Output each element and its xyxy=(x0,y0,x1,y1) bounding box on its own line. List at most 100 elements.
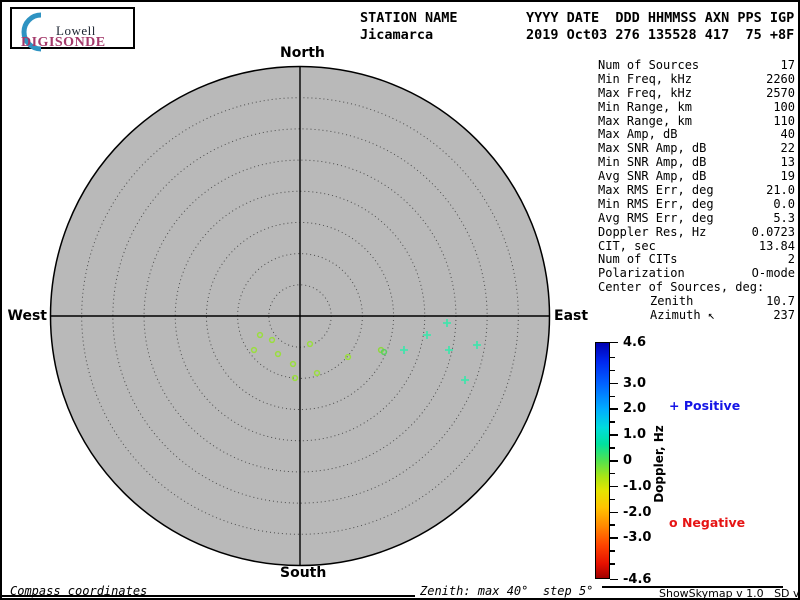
colorbar-tick xyxy=(610,408,618,410)
colorbar-tick xyxy=(610,434,618,436)
header-station-name-value: Jicamarca xyxy=(360,27,434,43)
colorbar-tick-label: 2.0 xyxy=(623,401,647,417)
header-datetime-titles: YYYY DATE DDD HHMMSS AXN PPS IGP xyxy=(526,10,795,26)
stat-row: Center of Sources, deg: xyxy=(598,280,795,295)
stat-label: CIT, sec xyxy=(598,238,656,253)
stat-row: Num of Sources 17 xyxy=(598,58,795,73)
stat-value: 10.7 xyxy=(766,294,795,309)
stat-value: 40 xyxy=(780,127,795,142)
stat-value: 19 xyxy=(780,169,795,184)
stat-label: Max Freq, kHz xyxy=(598,85,692,100)
stat-row: Min Range, km 100 xyxy=(598,99,795,115)
stat-value: 22 xyxy=(780,141,795,156)
stat-label: Zenith xyxy=(650,294,694,309)
legend-positive: + Positive xyxy=(669,398,741,413)
header-datetime-values: 2019 Oct03 276 135528 417 75 +8F xyxy=(526,27,795,43)
stat-label: Max Range, km xyxy=(598,113,692,128)
colorbar-tick xyxy=(610,498,615,501)
colorbar-tick xyxy=(610,382,618,385)
colorbar-tick xyxy=(610,550,615,552)
footer-version-text: ShowSkymap v 1.0 SD v 4.2 xyxy=(659,587,800,600)
header-station-name-title: STATION NAME xyxy=(360,10,458,26)
stat-value: 13 xyxy=(780,155,795,170)
colorbar-tick xyxy=(610,578,618,580)
footer-coordinates-mode: Compass coordinates xyxy=(10,584,148,598)
colorbar-tick-label: -1.0 xyxy=(623,478,652,494)
stat-row: Avg SNR Amp, dB 19 xyxy=(598,169,795,184)
stat-value: 17 xyxy=(780,58,795,72)
stat-label: Min Freq, kHz xyxy=(598,71,692,86)
colorbar-tick xyxy=(610,485,618,488)
compass-label-east: East xyxy=(554,308,589,324)
colorbar-tick xyxy=(610,524,615,526)
colorbar-tick-label: 4.6 xyxy=(623,334,647,350)
stat-row: Max Range, km 110 xyxy=(598,113,795,129)
colorbar-tick xyxy=(610,563,615,565)
stat-row: CIT, sec 13.84 xyxy=(598,238,795,254)
colorbar-tick xyxy=(610,511,618,514)
colorbar-tick-label: 3.0 xyxy=(623,375,647,391)
colorbar-axis-label: Doppler, Hz xyxy=(652,425,666,503)
colorbar-tick xyxy=(610,395,615,398)
colorbar-tick-label: -2.0 xyxy=(623,504,652,520)
stat-label: Center of Sources, deg: xyxy=(598,280,765,295)
stat-row: Max Amp, dB 40 xyxy=(598,128,795,142)
colorbar-tick xyxy=(610,537,618,539)
stat-value: 0.0 xyxy=(773,196,795,211)
stat-row: Num of CITs 2 xyxy=(598,253,795,267)
stat-value: 13.84 xyxy=(758,238,795,253)
stat-row: Max SNR Amp, dB 22 xyxy=(598,141,795,156)
colorbar-tick-label: 1.0 xyxy=(623,427,647,443)
stat-label: Min RMS Err, deg xyxy=(598,196,714,211)
colorbar-tick xyxy=(610,421,615,423)
stat-value: 237 xyxy=(773,308,795,323)
stat-value: 100 xyxy=(773,99,795,114)
colorbar-tick-label: -4.6 xyxy=(623,571,652,587)
colorbar-tick-label: 0 xyxy=(623,453,633,468)
stat-label: Num of Sources xyxy=(598,58,700,72)
compass-label-north: North xyxy=(280,45,325,61)
stat-label: Num of CITs xyxy=(598,252,678,267)
stat-row: Max RMS Err, deg 21.0 xyxy=(598,183,795,198)
showskymap-window: Lowell DIGISONDE STATION NAME Jicamarca … xyxy=(0,0,800,600)
stats-panel: Num of Sources 17 Min Freq, kHz 2260 Max Fre… xyxy=(598,58,795,323)
stat-value: 2 xyxy=(787,252,795,267)
stat-row: Min RMS Err, deg 0.0 xyxy=(598,196,795,212)
stat-value: O-mode xyxy=(751,266,795,281)
skymap-polar-plot xyxy=(49,65,551,567)
stat-label: Doppler Res, Hz xyxy=(598,224,707,239)
stat-label: Avg SNR Amp, dB xyxy=(598,169,707,184)
stat-label: Max Amp, dB xyxy=(598,127,678,142)
stat-row: Max Freq, kHz 2570 xyxy=(598,85,795,101)
colorbar-tick xyxy=(610,341,618,343)
lowell-digisonde-logo: Lowell DIGISONDE xyxy=(10,7,135,52)
stat-row: Min SNR Amp, dB 13 xyxy=(598,155,795,170)
stat-row: Zenith 10.7 xyxy=(598,294,795,309)
stat-row: Doppler Res, Hz 0.0723 xyxy=(598,224,795,240)
colorbar-tick-label: -3.0 xyxy=(623,530,652,546)
compass-label-west: West xyxy=(7,308,47,324)
stat-value: 0.0723 xyxy=(751,224,795,239)
colorbar-tick xyxy=(610,472,615,475)
logo-digisonde-text: DIGISONDE xyxy=(21,35,106,50)
compass-label-south: South xyxy=(280,565,327,581)
stat-row: Avg RMS Err, deg 5.3 xyxy=(598,210,795,226)
stat-label: Max SNR Amp, dB xyxy=(598,141,707,156)
stat-value: 2260 xyxy=(766,71,795,86)
footer-zenith-scale: Zenith: max 40° step 5° xyxy=(420,584,594,598)
colorbar-tick xyxy=(610,460,618,462)
stat-row: Polarization O-mode xyxy=(598,266,795,281)
stat-label: Azimuth ↖ xyxy=(650,308,716,323)
legend-negative: o Negative xyxy=(669,515,746,530)
stat-value: 21.0 xyxy=(766,183,795,198)
stat-label: Polarization xyxy=(598,266,685,281)
stat-value: 2570 xyxy=(766,85,795,100)
stat-label: Avg RMS Err, deg xyxy=(598,210,714,225)
colorbar-tick xyxy=(610,356,615,359)
stat-row: Azimuth ↖ 237 xyxy=(598,308,795,323)
stat-value: 110 xyxy=(773,113,795,128)
doppler-colorbar xyxy=(595,342,610,579)
colorbar-tick xyxy=(610,369,615,372)
stat-label: Min SNR Amp, dB xyxy=(598,155,707,170)
stat-row: Min Freq, kHz 2260 xyxy=(598,71,795,87)
